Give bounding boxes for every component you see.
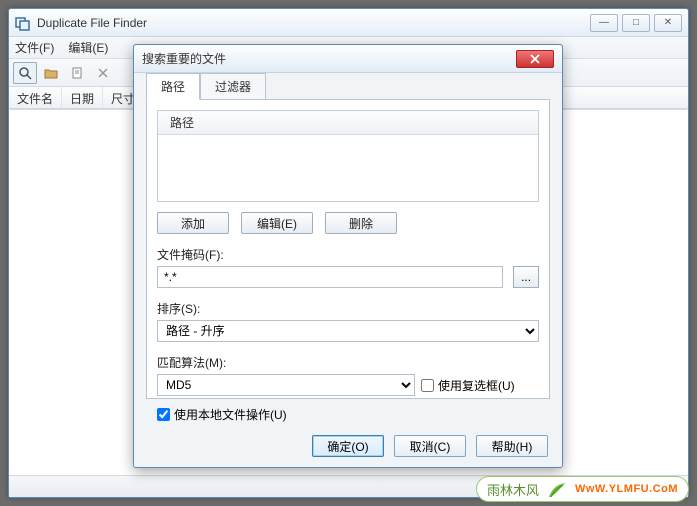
maximize-button[interactable]: □	[622, 14, 650, 32]
titlebar: Duplicate File Finder — □ ✕	[9, 9, 688, 37]
sort-select[interactable]: 路径 - 升序	[157, 320, 539, 342]
minimize-button[interactable]: —	[590, 14, 618, 32]
app-icon	[15, 15, 31, 31]
tab-path[interactable]: 路径	[146, 73, 200, 100]
watermark: 雨林木风 雨林木风 WwW.YLMFU.CoM	[476, 476, 689, 502]
delete-button[interactable]: 删除	[325, 212, 397, 234]
algo-row: MD5 使用复选框(U)	[157, 374, 539, 396]
menu-file[interactable]: 文件(F)	[15, 39, 54, 56]
watermark-url: WwW.YLMFU.CoM	[575, 483, 678, 495]
document-icon[interactable]	[65, 62, 89, 84]
algo-label: 匹配算法(M):	[157, 354, 539, 371]
add-button[interactable]: 添加	[157, 212, 229, 234]
cut-icon[interactable]	[91, 62, 115, 84]
dialog-titlebar: 搜索重要的文件	[134, 45, 562, 73]
leaf-icon	[545, 479, 569, 499]
watermark-text: 雨林木风	[487, 480, 539, 499]
dialog-buttons: 确定(O) 取消(C) 帮助(H)	[312, 435, 548, 457]
close-button[interactable]: ✕	[654, 14, 682, 32]
path-list[interactable]: 路径	[157, 110, 539, 202]
mask-input[interactable]	[157, 266, 503, 288]
tab-filter[interactable]: 过滤器	[200, 73, 266, 99]
use-checkbox-option[interactable]: 使用复选框(U)	[421, 377, 515, 394]
dialog-close-button[interactable]	[516, 50, 554, 68]
ok-button[interactable]: 确定(O)	[312, 435, 384, 457]
search-icon[interactable]	[13, 62, 37, 84]
path-list-header: 路径	[158, 111, 538, 135]
use-checkbox-checkbox[interactable]	[421, 379, 434, 392]
algo-select[interactable]: MD5	[157, 374, 415, 396]
use-local-checkbox[interactable]	[157, 408, 170, 421]
window-buttons: — □ ✕	[590, 14, 682, 32]
tab-strip: 路径 过滤器	[134, 73, 562, 99]
mask-browse-button[interactable]: ...	[513, 266, 539, 288]
mask-label: 文件掩码(F):	[157, 246, 539, 263]
dialog-title: 搜索重要的文件	[142, 50, 516, 67]
use-local-label: 使用本地文件操作(U)	[174, 406, 287, 423]
close-icon	[530, 54, 540, 64]
tab-panel-path: 路径 添加 编辑(E) 删除 文件掩码(F): ... 排序(S): 路径 - …	[146, 99, 550, 399]
help-button[interactable]: 帮助(H)	[476, 435, 548, 457]
folder-icon[interactable]	[39, 62, 63, 84]
edit-button[interactable]: 编辑(E)	[241, 212, 313, 234]
path-buttons-row: 添加 编辑(E) 删除	[157, 212, 539, 234]
window-title: Duplicate File Finder	[37, 16, 590, 30]
use-checkbox-label: 使用复选框(U)	[438, 377, 515, 394]
cancel-button[interactable]: 取消(C)	[394, 435, 466, 457]
column-name[interactable]: 文件名	[9, 87, 62, 108]
use-local-option[interactable]: 使用本地文件操作(U)	[157, 406, 539, 423]
column-date[interactable]: 日期	[62, 87, 103, 108]
menu-edit[interactable]: 编辑(E)	[68, 39, 108, 56]
mask-row: ...	[157, 266, 539, 288]
search-dialog: 搜索重要的文件 路径 过滤器 路径 添加 编辑(E) 删除 文件掩码(F): .…	[133, 44, 563, 468]
sort-label: 排序(S):	[157, 300, 539, 317]
